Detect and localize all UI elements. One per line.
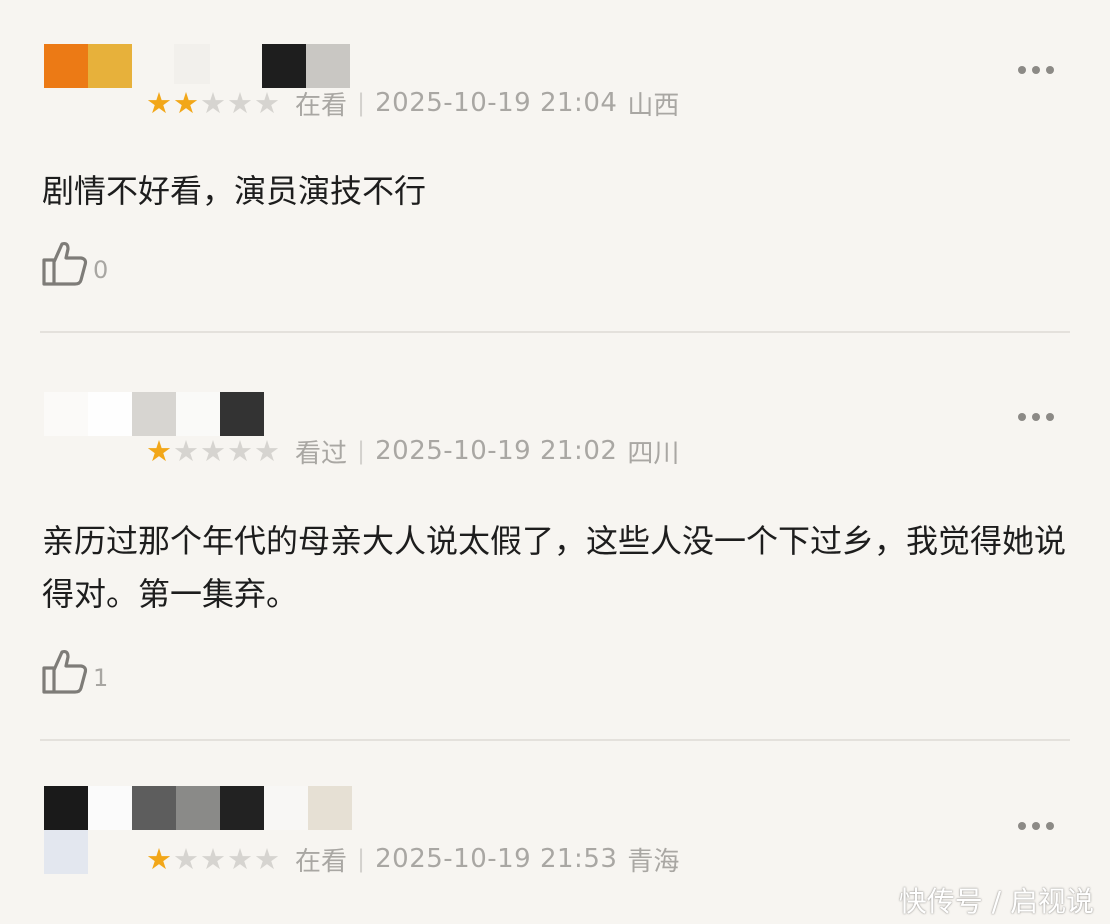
star-icon: ★ xyxy=(173,841,199,876)
more-icon[interactable] xyxy=(1014,818,1058,834)
divider xyxy=(40,331,1070,333)
thumbs-up-icon xyxy=(42,241,88,286)
like-count: 1 xyxy=(93,664,109,692)
like-button[interactable]: 0 xyxy=(40,238,108,288)
review-region: 青海 xyxy=(627,846,680,877)
star-rating: ★ ★ ★ ★ ★ xyxy=(146,85,280,120)
review-time: 2025-10-19 21:02 xyxy=(375,436,618,466)
review-meta: ★ ★ ★ ★ ★ 看过 | 2025-10-19 21:02 四川 xyxy=(146,433,680,469)
review-text: 剧情不好看，演员演技不行 xyxy=(42,172,427,210)
thumbs-up-icon xyxy=(42,649,88,694)
review-time: 2025-10-19 21:53 xyxy=(375,844,618,874)
star-icon: ★ xyxy=(173,85,199,120)
star-icon: ★ xyxy=(254,85,280,120)
meta-separator: | xyxy=(357,437,366,465)
star-icon: ★ xyxy=(227,85,253,120)
star-icon: ★ xyxy=(254,433,280,468)
review-meta: ★ ★ ★ ★ ★ 在看 | 2025-10-19 21:53 青海 xyxy=(146,841,680,877)
more-icon[interactable] xyxy=(1014,62,1058,78)
star-icon: ★ xyxy=(200,433,226,468)
star-icon: ★ xyxy=(200,85,226,120)
review-region: 四川 xyxy=(627,438,680,469)
like-count: 0 xyxy=(93,256,109,284)
more-icon[interactable] xyxy=(1014,409,1058,425)
star-icon: ★ xyxy=(173,433,199,468)
review-text: 亲历过那个年代的母亲大人说太假了，这些人没一个下过乡，我觉得她说得对。第一集弃。 xyxy=(42,522,1067,613)
star-rating: ★ ★ ★ ★ ★ xyxy=(146,433,280,468)
watch-status: 在看 xyxy=(295,90,348,121)
star-icon: ★ xyxy=(146,433,172,468)
meta-separator: | xyxy=(357,89,366,117)
divider xyxy=(40,739,1070,741)
avatar[interactable] xyxy=(44,44,354,90)
avatar[interactable] xyxy=(44,392,264,438)
review-meta: ★ ★ ★ ★ ★ 在看 | 2025-10-19 21:04 山西 xyxy=(146,85,680,121)
star-icon: ★ xyxy=(200,841,226,876)
watermark: 快传号 / 启视说 xyxy=(898,885,1094,918)
star-icon: ★ xyxy=(254,841,280,876)
watch-status: 在看 xyxy=(295,846,348,877)
star-icon: ★ xyxy=(227,841,253,876)
like-button[interactable]: 1 xyxy=(40,646,108,696)
watch-status: 看过 xyxy=(295,438,348,469)
review-time: 2025-10-19 21:04 xyxy=(375,88,618,118)
review-region: 山西 xyxy=(627,90,680,121)
meta-separator: | xyxy=(357,845,366,873)
star-icon: ★ xyxy=(146,85,172,120)
star-icon: ★ xyxy=(227,433,253,468)
star-icon: ★ xyxy=(146,841,172,876)
star-rating: ★ ★ ★ ★ ★ xyxy=(146,841,280,876)
